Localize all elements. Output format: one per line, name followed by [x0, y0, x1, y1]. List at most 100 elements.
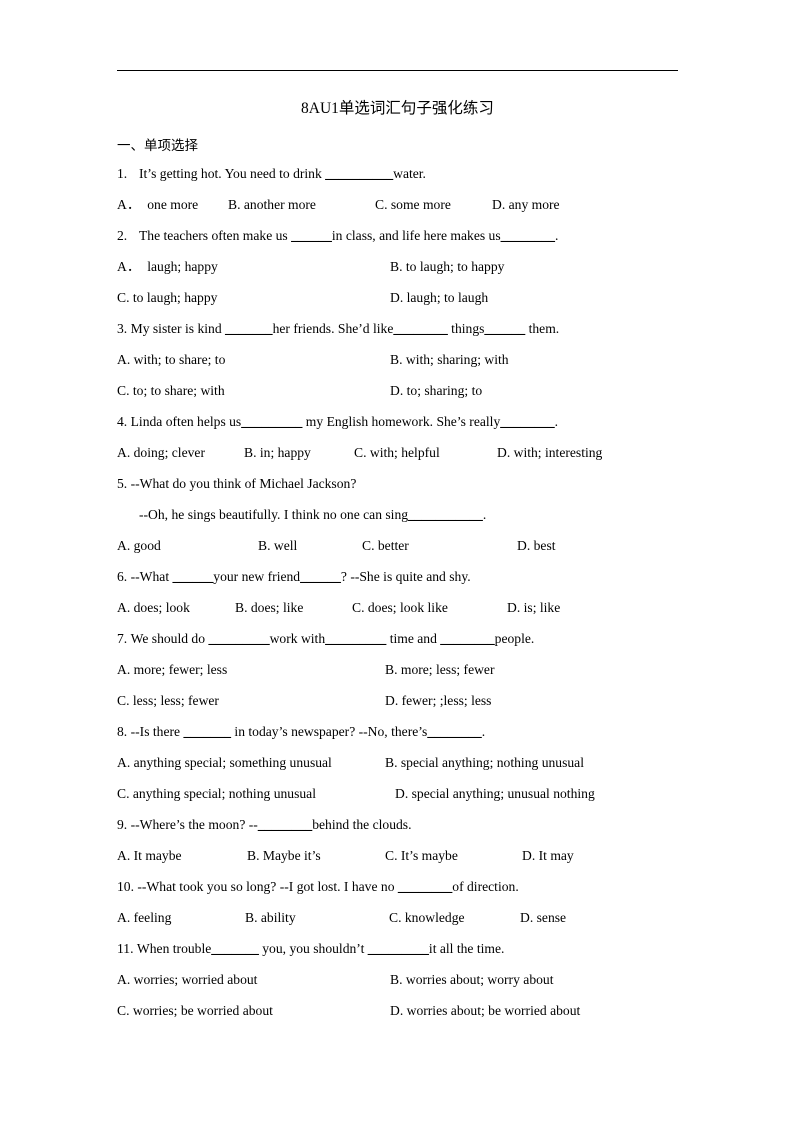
option-row: A. with; to share; to B. with; sharing; …: [117, 350, 697, 381]
option-d: D. special anything; unusual nothing: [395, 784, 595, 804]
stem-part: We should do: [130, 631, 209, 646]
question-stem: 5. --What do you think of Michael Jackso…: [117, 474, 697, 505]
stem-part: .: [555, 228, 559, 243]
option-text: with; to share; to: [133, 352, 226, 367]
option-label: B.: [385, 755, 398, 770]
option-c: C. with; helpful: [354, 443, 440, 463]
option-text: some more: [390, 197, 451, 212]
option-label: A.: [117, 848, 131, 863]
stem-part: time and: [386, 631, 441, 646]
option-a: A． laugh; happy: [117, 257, 218, 277]
option-label: B.: [390, 352, 403, 367]
option-a: A. good: [117, 536, 161, 556]
option-text: does; look: [133, 600, 190, 615]
option-d: D. best: [517, 536, 556, 556]
option-text: in; happy: [259, 445, 311, 460]
answer-blank: _______: [183, 724, 232, 739]
option-label: D.: [507, 600, 521, 615]
question-stem: 9. --Where’s the moon? --________behind …: [117, 815, 697, 846]
option-c: C. worries; be worried about: [117, 1001, 273, 1021]
question-stem: 3. My sister is kind _______her friends.…: [117, 319, 697, 350]
stem-part: work with: [269, 631, 326, 646]
option-b: B. special anything; nothing unusual: [385, 753, 584, 773]
question-text: 6. --What ______your new friend______? -…: [117, 567, 471, 587]
option-label: A.: [117, 972, 131, 987]
stem-part: .: [554, 414, 559, 429]
option-label: C.: [117, 383, 130, 398]
option-label: D.: [390, 1003, 404, 1018]
option-text: sense: [536, 910, 567, 925]
option-label: B.: [244, 445, 257, 460]
option-row: A. feeling B. ability C. knowledge D. se…: [117, 908, 697, 939]
option-row: A. doing; clever B. in; happy C. with; h…: [117, 443, 697, 474]
question-number: 4.: [117, 414, 128, 429]
question-stem: 2. The teachers often make us ______in c…: [117, 226, 697, 257]
option-c: C. anything special; nothing unusual: [117, 784, 316, 804]
option-label: B.: [390, 972, 403, 987]
option-text: with; sharing; with: [405, 352, 509, 367]
option-label: C.: [117, 290, 130, 305]
option-text: with; helpful: [369, 445, 440, 460]
option-b: B. well: [258, 536, 297, 556]
option-text: special anything; unusual nothing: [411, 786, 595, 801]
option-text: another more: [243, 197, 316, 212]
option-text: best: [533, 538, 556, 553]
option-text: laugh; to laugh: [406, 290, 489, 305]
option-label: B.: [385, 662, 398, 677]
stem-part: water.: [393, 166, 426, 181]
stem-part: It’s getting hot. You need to drink: [139, 166, 326, 181]
question-text: 8. --Is there _______ in today’s newspap…: [117, 722, 485, 742]
option-text: one more: [147, 197, 199, 212]
option-text: knowledge: [404, 910, 465, 925]
question-text: 4. Linda often helps us_________ my Engl…: [117, 412, 558, 432]
option-c: C. some more: [375, 195, 451, 215]
option-label: A.: [117, 538, 131, 553]
option-a: A. worries; worried about: [117, 970, 257, 990]
question-text: 9. --Where’s the moon? --________behind …: [117, 815, 411, 835]
option-label: D.: [522, 848, 536, 863]
stem-part: --What took you so long? --I got lost. I…: [137, 879, 398, 894]
stem-part: her friends. She’d like: [272, 321, 394, 336]
option-a: A. It maybe: [117, 846, 182, 866]
option-d: D. sense: [520, 908, 566, 928]
option-label: C.: [354, 445, 367, 460]
stem-part: it all the time.: [428, 941, 505, 956]
option-a: A. more; fewer; less: [117, 660, 227, 680]
option-d: D. is; like: [507, 598, 560, 618]
option-row: C. to laugh; happy D. laugh; to laugh: [117, 288, 697, 319]
option-label: A.: [117, 352, 131, 367]
option-row: C. worries; be worried about D. worries …: [117, 1001, 697, 1032]
option-label: C.: [389, 910, 402, 925]
option-label: C.: [385, 848, 398, 863]
option-c: C. to laugh; happy: [117, 288, 217, 308]
page-title: 8AU1单选词汇句子强化练习: [301, 100, 494, 117]
stem-part: them.: [525, 321, 560, 336]
option-label: D.: [390, 290, 404, 305]
question-text: 11. When trouble_______ you, you shouldn…: [117, 939, 504, 959]
section-heading: 一、单项选择: [117, 138, 198, 153]
option-a: A. doing; clever: [117, 443, 205, 463]
option-d: D. with; interesting: [497, 443, 602, 463]
stem-part: things: [447, 321, 485, 336]
option-row: A. It maybe B. Maybe it’s C. It’s maybe …: [117, 846, 697, 877]
option-text: laugh; happy: [147, 259, 218, 274]
answer-blank: ______: [300, 569, 341, 584]
question-stem: 8. --Is there _______ in today’s newspap…: [117, 722, 697, 753]
stem-part: --Oh, he sings beautifully. I think no o…: [139, 507, 409, 522]
option-text: anything special; nothing unusual: [132, 786, 316, 801]
option-label: D.: [517, 538, 531, 553]
question-stem: 6. --What ______your new friend______? -…: [117, 567, 697, 598]
question-stem: 7. We should do _________work with______…: [117, 629, 697, 660]
question-number: 3.: [117, 321, 128, 336]
option-text: worries; be worried about: [132, 1003, 273, 1018]
option-b: B. to laugh; to happy: [390, 257, 504, 277]
question-number: 11.: [117, 941, 134, 956]
option-text: less; less; fewer: [132, 693, 219, 708]
option-text: to laugh; happy: [132, 290, 218, 305]
option-label: D.: [385, 693, 399, 708]
option-text: does; like: [250, 600, 304, 615]
option-text: fewer; ;less; less: [401, 693, 492, 708]
question-text: 7. We should do _________work with______…: [117, 629, 534, 649]
option-label: C.: [375, 197, 388, 212]
option-label: D.: [390, 383, 404, 398]
